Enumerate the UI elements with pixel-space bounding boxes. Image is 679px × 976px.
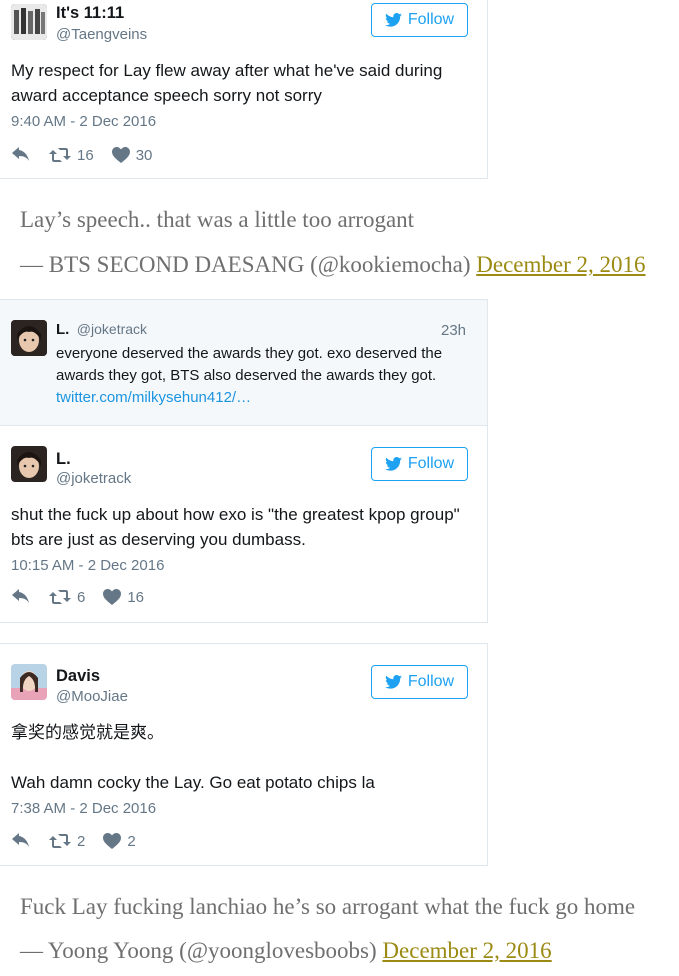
tweet-text: My respect for Lay flew away after what … [11,61,443,105]
retweet-icon[interactable] [49,833,71,849]
tweet-timestamp[interactable]: 7:38 AM - 2 Dec 2016 [11,800,156,817]
reply-icon[interactable] [11,589,31,605]
quote-attribution: — BTS SECOND DAESANG (@kookiemocha) [20,252,471,277]
retweet-count: 2 [77,832,86,850]
reply-header: L. @joketrack [56,321,147,339]
follow-label: Follow [407,455,455,472]
tweet-card-3: Davis @MooJiae Follow 拿奖的感觉就是爽。 Wah damn… [0,643,488,866]
tweet-actions: 2 2 [11,831,136,851]
tweet-text-line-1: 拿奖的感觉就是爽。 [11,723,164,742]
display-name[interactable]: It's 11:11 [56,4,124,23]
reply-display-name[interactable]: L. [56,321,69,338]
follow-button[interactable]: Follow [371,665,468,699]
tweet-actions: 6 16 [11,587,144,607]
retweet-count: 16 [77,146,94,164]
tweet-timestamp[interactable]: 9:40 AM - 2 Dec 2016 [11,113,156,130]
quote-text: Fuck Lay fucking lanchiao he’s so arroga… [20,894,636,919]
like-count: 30 [135,146,153,164]
tweet-card-2: L. @joketrack 23h everyone deserved the … [0,299,488,623]
display-name[interactable]: Davis [56,667,100,686]
tweet-card-1: It's 11:11 @Taengveins Follow My respect… [0,0,488,179]
reply-icon[interactable] [11,833,31,849]
like-count: 2 [127,832,136,850]
retweet-icon[interactable] [49,589,71,605]
heart-icon[interactable] [103,833,122,849]
follow-button[interactable]: Follow [371,3,468,37]
reply-user-handle[interactable]: @joketrack [77,321,147,337]
retweet-icon[interactable] [49,147,71,163]
avatar[interactable] [11,4,47,40]
avatar[interactable] [11,446,47,482]
twitter-bird-icon [384,675,402,689]
like-count: 16 [127,588,145,606]
follow-button[interactable]: Follow [371,447,468,481]
heart-icon[interactable] [103,589,122,605]
reply-icon[interactable] [11,147,31,163]
heart-icon[interactable] [111,147,130,163]
tweet-text: shut the fuck up about how exo is "the g… [11,505,460,549]
display-name[interactable]: L. [56,450,71,469]
quote-date-link[interactable]: December 2, 2016 [382,938,551,963]
user-handle[interactable]: @Taengveins [56,26,147,43]
quote-attribution-line: — BTS SECOND DAESANG (@kookiemocha) Dece… [20,252,646,278]
user-handle[interactable]: @MooJiae [56,688,128,705]
reply-context[interactable]: L. @joketrack 23h everyone deserved the … [0,300,487,426]
follow-label: Follow [407,673,455,690]
tweet-actions: 16 30 [11,145,152,165]
avatar[interactable] [11,664,47,700]
quote-attribution-line: — Yoong Yoong (@yoonglovesboobs) Decembe… [20,938,552,964]
twitter-bird-icon [384,457,402,471]
avatar[interactable] [11,320,47,356]
quote-text: Lay’s speech.. that was a little too arr… [20,207,415,232]
tweet-text-line-2: Wah damn cocky the Lay. Go eat potato ch… [11,773,375,792]
reply-link[interactable]: twitter.com/milkysehun412/… [56,387,251,409]
quote-date-link[interactable]: December 2, 2016 [476,252,645,277]
user-handle[interactable]: @joketrack [56,470,131,487]
tweet-timestamp[interactable]: 10:15 AM - 2 Dec 2016 [11,557,164,574]
quote-attribution: — Yoong Yoong (@yoonglovesboobs) [20,938,377,963]
follow-label: Follow [407,11,455,28]
reply-time[interactable]: 23h [441,322,466,339]
twitter-bird-icon [384,13,402,27]
reply-text: everyone deserved the awards they got. e… [56,345,443,384]
retweet-count: 6 [77,588,86,606]
